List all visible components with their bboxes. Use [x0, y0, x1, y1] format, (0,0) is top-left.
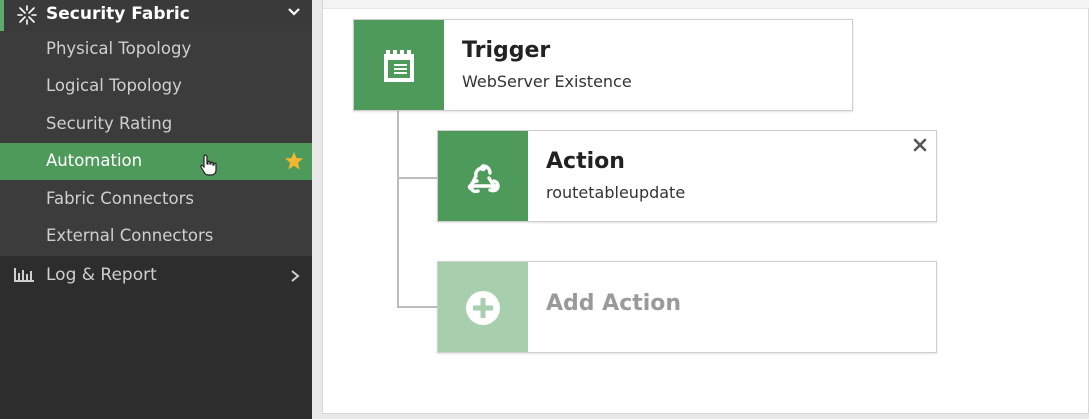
bar-chart-icon [13, 266, 35, 284]
security-fabric-submenu: Physical Topology Logical Topology Secur… [0, 31, 312, 256]
main-content: Trigger WebServer Existence Action route… [312, 0, 1089, 419]
action-title: Action [546, 149, 625, 174]
connector-line-add-action [397, 306, 437, 308]
sidebar-item-logical-topology[interactable]: Logical Topology [0, 68, 312, 105]
calendar-icon [380, 47, 418, 89]
trigger-icon-box [354, 20, 444, 110]
add-action-button[interactable]: Add Action [437, 261, 937, 353]
sidebar-item-automation[interactable]: Automation [0, 143, 312, 180]
plus-circle-icon [464, 289, 502, 331]
automation-workflow-panel: Trigger WebServer Existence Action route… [322, 0, 1089, 414]
panel-top-strip [323, 0, 1089, 9]
sidebar-item-label: Automation [46, 151, 143, 170]
sidebar-item-label: Physical Topology [46, 39, 192, 58]
action-icon-box [438, 131, 528, 221]
trigger-title: Trigger [462, 38, 551, 63]
sidebar-item-label: Fabric Connectors [46, 189, 194, 208]
webhook-icon [462, 156, 504, 202]
sidebar-item-log-report[interactable]: Log & Report [0, 256, 312, 296]
connector-line-action [397, 177, 437, 179]
chevron-down-icon[interactable] [286, 4, 302, 20]
sidebar-item-label: Security Rating [46, 114, 173, 133]
sidebar-item-label: Log & Report [46, 265, 157, 285]
action-card[interactable]: Action routetableupdate [437, 130, 937, 222]
add-action-label: Add Action [546, 291, 682, 316]
favorite-star-icon[interactable] [284, 151, 304, 171]
chevron-right-icon [290, 268, 300, 282]
security-fabric-icon [16, 4, 38, 26]
sidebar-item-label: Logical Topology [46, 76, 182, 95]
sidebar: Security Fabric Physical Topology Logica… [0, 0, 312, 419]
add-action-icon-box [438, 262, 528, 352]
connector-line-vertical [397, 111, 399, 307]
sidebar-item-label: External Connectors [46, 226, 214, 245]
sidebar-item-physical-topology[interactable]: Physical Topology [0, 31, 312, 68]
hand-cursor-icon [199, 153, 219, 177]
sidebar-item-fabric-connectors[interactable]: Fabric Connectors [0, 181, 312, 218]
sidebar-section-label: Security Fabric [46, 4, 190, 24]
sidebar-section-security-fabric[interactable]: Security Fabric [0, 0, 312, 31]
action-subtitle: routetableupdate [546, 183, 686, 202]
sidebar-item-security-rating[interactable]: Security Rating [0, 106, 312, 143]
trigger-card[interactable]: Trigger WebServer Existence [353, 19, 853, 111]
sidebar-item-external-connectors[interactable]: External Connectors [0, 218, 312, 255]
trigger-subtitle: WebServer Existence [462, 72, 632, 91]
close-icon[interactable] [912, 137, 928, 153]
